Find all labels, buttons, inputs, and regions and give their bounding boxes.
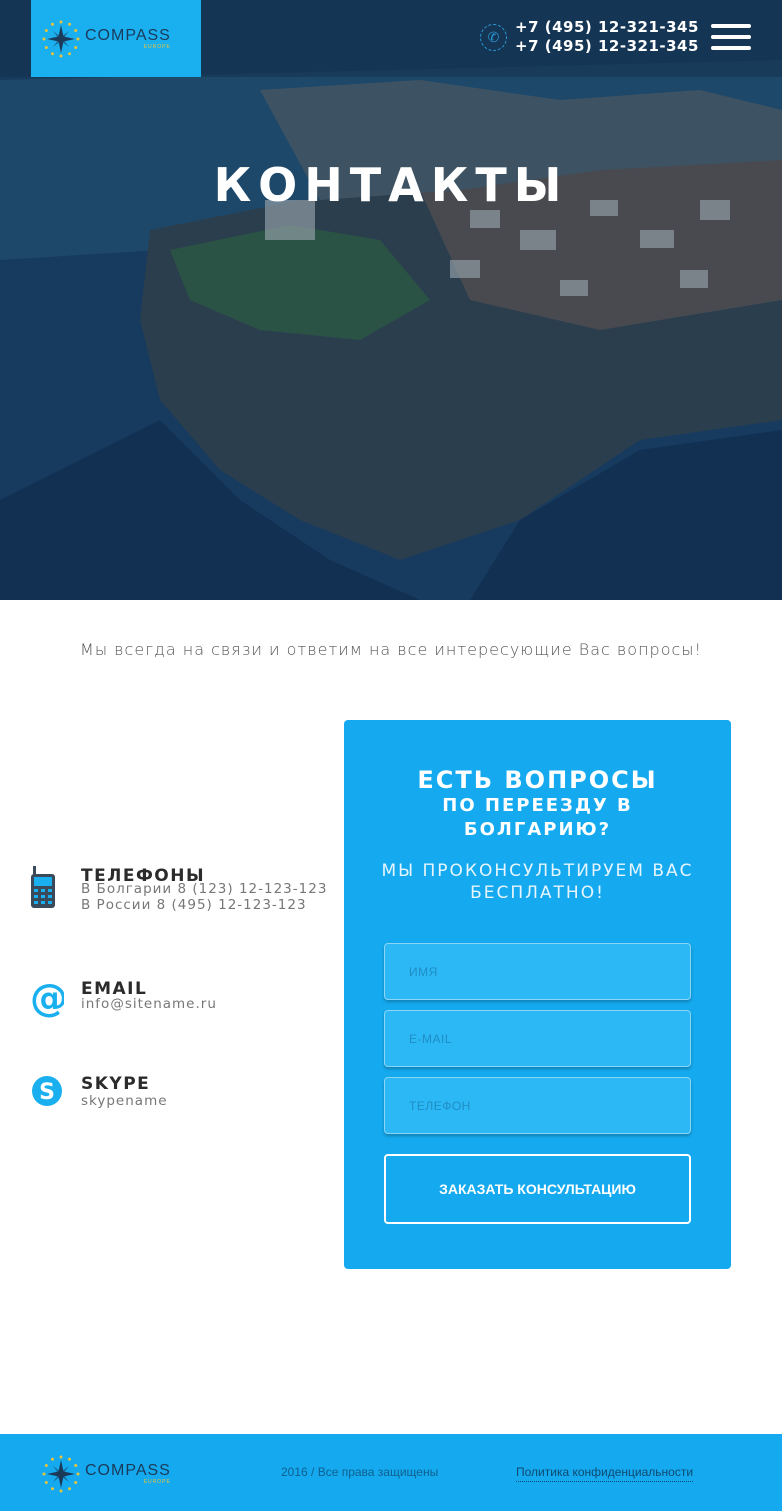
svg-text:@: @ (30, 979, 64, 1020)
top-bar: COMPASS EUROPE ✆ +7 (495) 12-321-345 +7 … (0, 0, 782, 77)
page-title: КОНТАКТЫ (213, 158, 569, 212)
logo-name: COMPASS (85, 26, 171, 44)
privacy-policy-link[interactable]: Политика конфиденциальности (516, 1465, 694, 1482)
consultation-form-card: ЕСТЬ ВОПРОСЫ ПО ПЕРЕЕЗДУ В БОЛГАРИЮ? МЫ … (344, 720, 731, 1269)
phone-icon[interactable]: ✆ (480, 24, 507, 51)
compass-logo-icon (42, 1455, 80, 1493)
form-subtitle: ПО ПЕРЕЕЗДУ В БОЛГАРИЮ? (344, 794, 731, 842)
skype-icon: S (32, 1076, 62, 1106)
contact-phone-bulgaria[interactable]: В Болгарии 8 (123) 12-123-123 (81, 881, 327, 897)
form-title: ЕСТЬ ВОПРОСЫ (417, 766, 658, 794)
footer: COMPASS EUROPE 2016 / Все права защищены… (0, 1434, 782, 1511)
hero-section: COMPASS EUROPE ✆ +7 (495) 12-321-345 +7 … (0, 0, 782, 600)
footer-logo-name: COMPASS (85, 1462, 171, 1479)
contact-skype-title: SKYPE (81, 1074, 151, 1094)
contact-phone-russia[interactable]: В России 8 (495) 12-123-123 (81, 897, 307, 913)
header-phone-1[interactable]: +7 (495) 12-321-345 (515, 18, 699, 36)
order-consultation-button[interactable]: ЗАКАЗАТЬ КОНСУЛЬТАЦИЮ (384, 1154, 691, 1224)
intro-text: Мы всегда на связи и ответим на все инте… (80, 640, 702, 659)
hero-overlay (0, 0, 782, 600)
contact-email: @ EMAIL info@sitename.ru (30, 979, 330, 1029)
form-subtitle-line2: БОЛГАРИЮ? (463, 819, 612, 840)
at-sign-icon: @ (30, 979, 64, 1020)
name-field[interactable] (384, 943, 691, 1000)
svg-text:S: S (39, 1080, 55, 1105)
form-note: МЫ ПРОКОНСУЛЬТИРУЕМ ВАС БЕСПЛАТНО! (344, 860, 731, 904)
footer-logo-subtitle: EUROPE (143, 1479, 171, 1485)
form-note-line1: МЫ ПРОКОНСУЛЬТИРУЕМ ВАС (381, 861, 694, 881)
mobile-phone-icon (31, 866, 55, 908)
contact-skype: S SKYPE skypename (30, 1074, 330, 1124)
phone-field[interactable] (384, 1077, 691, 1134)
footer-logo[interactable]: COMPASS EUROPE (41, 1454, 171, 1494)
hamburger-icon[interactable] (711, 24, 751, 50)
contact-email-value[interactable]: info@sitename.ru (81, 996, 217, 1012)
form-subtitle-line1: ПО ПЕРЕЕЗДУ В (442, 795, 633, 816)
compass-logo-icon (42, 20, 80, 57)
logo-subtitle: EUROPE (143, 43, 171, 50)
email-field[interactable] (384, 1010, 691, 1067)
form-note-line2: БЕСПЛАТНО! (470, 883, 605, 903)
contact-skype-value[interactable]: skypename (81, 1093, 168, 1109)
header-logo[interactable]: COMPASS EUROPE (31, 0, 201, 77)
contact-phones: ТЕЛЕФОНЫ В Болгарии 8 (123) 12-123-123 В… (30, 866, 330, 926)
header-phones: ✆ +7 (495) 12-321-345 +7 (495) 12-321-34… (480, 18, 702, 58)
copyright-text: 2016 / Все права защищены (281, 1465, 439, 1479)
header-phone-2[interactable]: +7 (495) 12-321-345 (515, 37, 699, 55)
